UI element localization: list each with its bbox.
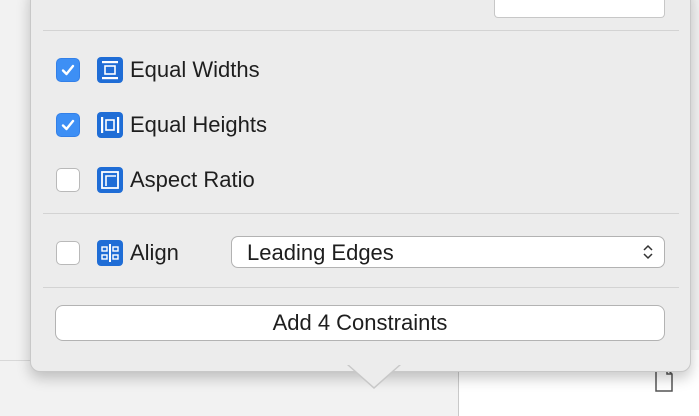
align-icon xyxy=(97,240,123,266)
constraints-popover: Equal Widths Equal Heights Aspect Ratio xyxy=(30,0,691,389)
equal-heights-label: Equal Heights xyxy=(130,112,267,137)
align-edges-select[interactable]: Leading Edges xyxy=(231,236,665,268)
align-checkbox[interactable] xyxy=(56,241,80,265)
popover-arrow xyxy=(347,364,401,389)
aspect-ratio-row[interactable]: Aspect Ratio xyxy=(56,164,255,196)
aspect-ratio-checkbox[interactable] xyxy=(56,168,80,192)
equal-widths-icon xyxy=(97,57,123,83)
checkmark-icon xyxy=(61,119,75,131)
separator xyxy=(43,213,679,214)
align-edges-value: Leading Edges xyxy=(247,240,394,265)
equal-heights-checkbox[interactable] xyxy=(56,113,80,137)
equal-widths-checkbox[interactable] xyxy=(56,58,80,82)
checkmark-icon xyxy=(61,64,75,76)
equal-heights-row[interactable]: Equal Heights xyxy=(56,109,267,141)
separator xyxy=(43,287,679,288)
aspect-ratio-label: Aspect Ratio xyxy=(130,167,255,192)
equal-widths-label: Equal Widths xyxy=(130,57,260,82)
aspect-ratio-icon xyxy=(97,167,123,193)
add-constraints-button[interactable]: Add 4 Constraints xyxy=(55,305,665,341)
separator xyxy=(43,30,679,31)
equal-widths-row[interactable]: Equal Widths xyxy=(56,54,260,86)
equal-heights-icon xyxy=(97,112,123,138)
align-row[interactable]: Align xyxy=(56,237,179,269)
constant-field[interactable] xyxy=(494,0,665,18)
align-label: Align xyxy=(130,240,179,265)
stepper-icon xyxy=(643,244,653,260)
